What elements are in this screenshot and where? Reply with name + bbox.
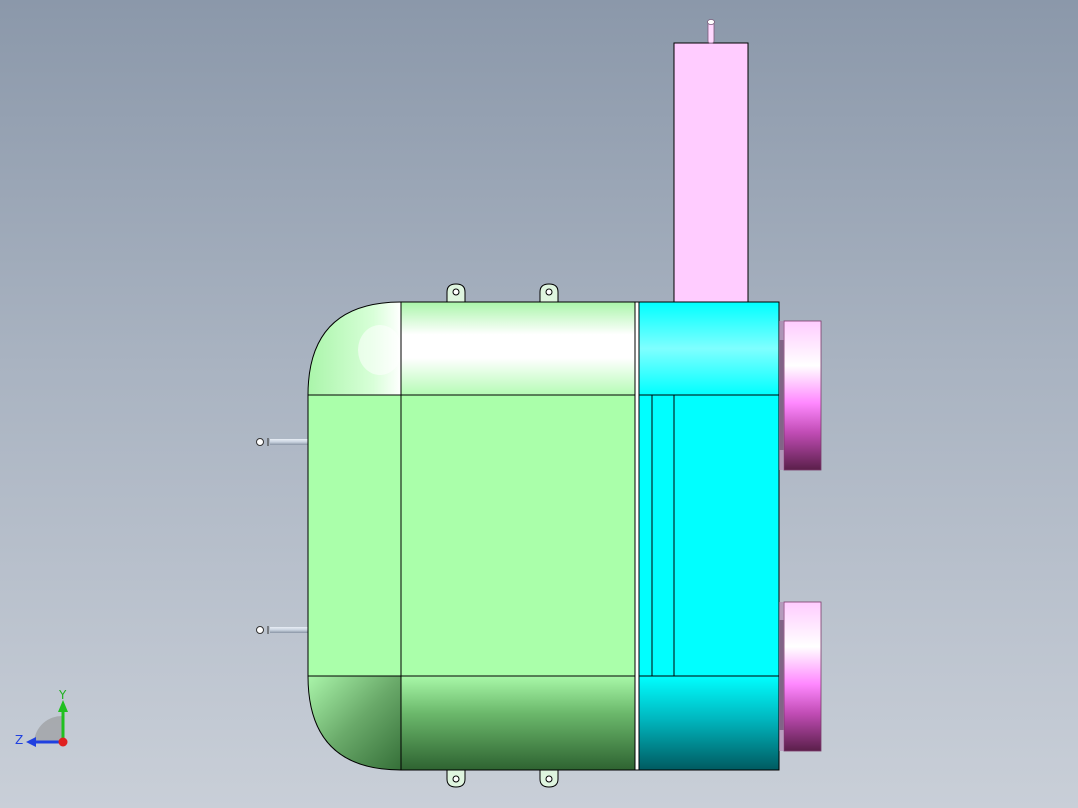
lifting-lug-bottom-left[interactable] <box>446 769 466 788</box>
lifting-lug-bottom-right[interactable] <box>539 769 559 788</box>
outlet-flange-lower[interactable] <box>779 601 822 752</box>
collector-box[interactable] <box>638 301 780 771</box>
side-pipe-upper[interactable] <box>256 438 309 446</box>
side-pipe-lower[interactable] <box>256 626 309 634</box>
coordinate-triad: Y Z <box>15 688 68 747</box>
lifting-lug-top-right[interactable] <box>539 283 559 303</box>
triad-plane-icon <box>34 715 63 742</box>
z-axis-label: Z <box>15 733 23 747</box>
lifting-lug-top-left[interactable] <box>446 283 466 303</box>
tank-flange <box>634 301 640 771</box>
model-canvas[interactable]: Y Z <box>0 0 1078 808</box>
graphics-viewport[interactable]: Y Z <box>0 0 1078 808</box>
y-axis-label: Y <box>58 688 67 702</box>
water-tank-body[interactable] <box>307 301 636 771</box>
exhaust-stack[interactable] <box>673 19 749 303</box>
outlet-flange-upper[interactable] <box>779 320 822 471</box>
x-axis-icon <box>58 737 68 747</box>
